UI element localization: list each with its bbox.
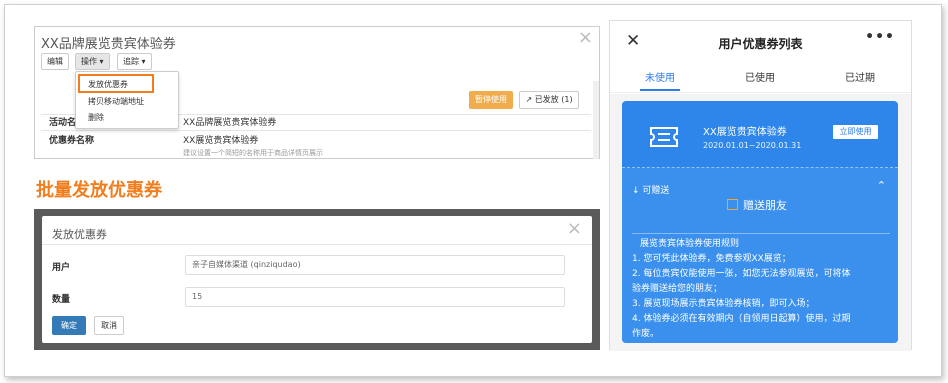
menu-item-delete[interactable]: 删除 xyxy=(88,112,104,123)
user-input[interactable]: 亲子自媒体渠道 (qinziqudao) xyxy=(185,255,565,275)
divider xyxy=(632,233,890,234)
more-icon[interactable]: ••• xyxy=(865,29,895,45)
panel-title: XX品牌展览贵宾体验券 xyxy=(41,37,176,52)
menu-item-copy-mobile-url[interactable]: 拷贝移动端地址 xyxy=(88,96,144,107)
edit-button[interactable]: 编辑 xyxy=(41,53,69,70)
divider xyxy=(42,244,592,245)
coupon-name-hint: 建议设置一个简短的名称用于商品详情页展示 xyxy=(183,149,323,157)
dashed-divider xyxy=(622,167,898,168)
confirm-button[interactable]: 确定 xyxy=(52,316,86,335)
rules-line: 作废。 xyxy=(632,329,660,339)
scrollbar[interactable] xyxy=(593,81,599,159)
coupon-name-value: XX展览贵宾体验券 xyxy=(183,136,259,146)
rules-line: 3. 展览现场展示贵宾体验券核销，即可入场； xyxy=(632,299,815,309)
cancel-button[interactable]: 取消 xyxy=(94,316,124,335)
sent-count-label: 已发放 (1) xyxy=(534,95,573,104)
track-dropdown[interactable]: 追踪 ▾ xyxy=(117,53,152,70)
external-link-icon: ↗ xyxy=(525,95,535,104)
share-icon xyxy=(727,199,738,210)
sent-count-button[interactable]: ↗ 已发放 (1) xyxy=(519,91,579,109)
operations-menu: 发放优惠券 拷贝移动端地址 删除 xyxy=(75,71,179,129)
quantity-label: 数量 xyxy=(52,295,71,305)
operations-dropdown[interactable]: 操作 ▾ xyxy=(75,53,110,70)
tab-expired[interactable]: 已过期 xyxy=(810,69,910,84)
share-friend-button[interactable]: 赠送朋友 xyxy=(727,197,787,213)
issue-coupon-modal: 发放优惠券 × 用户 亲子自媒体渠道 (qinziqudao) 数量 15 确定… xyxy=(42,216,592,343)
modal-title: 发放优惠券 xyxy=(52,228,107,241)
coupon-name: XX展览贵宾体验券 xyxy=(703,127,787,138)
rules-line: 展览贵宾体验券使用规则 xyxy=(640,239,740,249)
tab-used[interactable]: 已使用 xyxy=(710,69,810,84)
menu-item-issue-coupon[interactable]: 发放优惠券 xyxy=(88,79,128,90)
use-now-button[interactable]: 立即使用 xyxy=(833,125,878,139)
quantity-input[interactable]: 15 xyxy=(185,287,565,307)
coupon-admin-panel: XX品牌展览贵宾体验券 × 编辑 操作 ▾ 追踪 ▾ 暂停使用 ↗ 已发放 (1… xyxy=(34,26,600,159)
rules-line: 验券赠送给您的朋友； xyxy=(632,284,723,294)
giftable-label: ↓ 可赠送 xyxy=(632,186,670,196)
rules-line: 2. 每位贵宾仅能使用一张，如您无法参观展览，可将体 xyxy=(632,269,851,279)
active-tab-indicator xyxy=(640,89,680,91)
pause-button[interactable]: 暂停使用 xyxy=(469,91,513,109)
coupon-date: 2020.01.01~2020.01.31 xyxy=(703,141,802,150)
close-icon[interactable]: × xyxy=(578,27,593,48)
share-label: 赠送朋友 xyxy=(743,199,787,212)
coupon-card: XX展览贵宾体验券 2020.01.01~2020.01.31 立即使用 ↓ 可… xyxy=(622,101,898,343)
close-icon[interactable]: × xyxy=(567,218,582,239)
activity-name-value: XX品牌展览贵宾体验券 xyxy=(183,118,277,128)
section-heading: 批量发放优惠券 xyxy=(36,180,162,201)
divider xyxy=(41,130,591,131)
user-label: 用户 xyxy=(52,263,71,273)
mobile-header: ✕ 用户优惠券列表 ••• xyxy=(610,21,911,65)
mobile-coupon-list: ✕ 用户优惠券列表 ••• 未使用 已使用 已过期 XX展览贵宾体验券 2020… xyxy=(609,20,912,351)
rules-line: 4. 体验券必须在有效期内（自领用日起算）使用，过期 xyxy=(632,314,851,324)
tab-unused[interactable]: 未使用 xyxy=(610,69,710,84)
coupon-name-label: 优惠券名称 xyxy=(49,136,95,146)
chevron-up-icon[interactable]: ⌃ xyxy=(877,179,886,192)
rules-line: 1. 您可凭此体验券，免费参观XX展览； xyxy=(632,254,791,264)
ticket-icon xyxy=(650,127,678,147)
tab-bar: 未使用 已使用 已过期 xyxy=(610,65,911,93)
activity-name-label: 活动名 xyxy=(49,118,77,128)
